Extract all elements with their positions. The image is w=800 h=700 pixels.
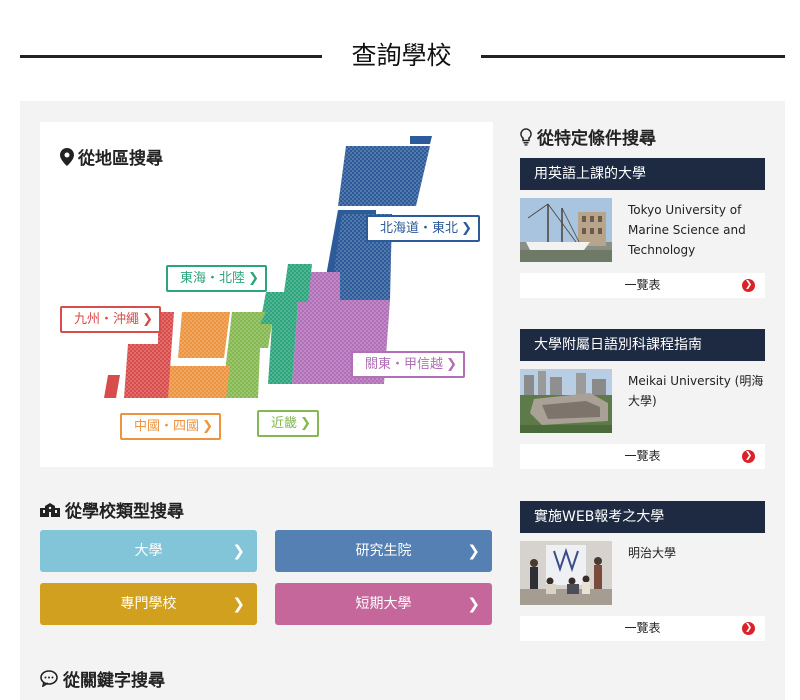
region-link-tokai-hokuriku[interactable]: 東海・北陸 ❯ bbox=[166, 265, 268, 292]
arrow-right-circle-icon: ❯ bbox=[742, 450, 755, 463]
speech-bubble-icon bbox=[40, 670, 58, 687]
region-link-label: 近畿 bbox=[271, 416, 298, 431]
region-shape-kinki[interactable] bbox=[222, 312, 272, 398]
condition-card-body: 明治大學 bbox=[520, 533, 765, 617]
condition-card-japanese-courses: 大學附屬日語別科課程指南 Meikai University (明海大學) 一覽… bbox=[520, 329, 765, 469]
condition-card-body: Tokyo University of Marine Science and T… bbox=[520, 190, 765, 274]
chevron-right-icon: ❯ bbox=[202, 419, 214, 434]
condition-card-header[interactable]: 實施WEB報考之大學 bbox=[520, 501, 765, 533]
university-name[interactable]: Tokyo University of Marine Science and T… bbox=[628, 200, 765, 260]
university-photo-students[interactable] bbox=[520, 541, 612, 605]
type-button-vocational-school[interactable]: 專門學校 ❯ bbox=[40, 583, 257, 625]
list-link-label: 一覽表 bbox=[624, 449, 661, 463]
chevron-right-icon: ❯ bbox=[467, 595, 480, 613]
type-button-graduate-school[interactable]: 研究生院 ❯ bbox=[275, 530, 492, 572]
university-name[interactable]: Meikai University (明海大學) bbox=[628, 371, 765, 411]
condition-card-header[interactable]: 用英語上課的大學 bbox=[520, 158, 765, 190]
title-rule-left bbox=[20, 55, 322, 58]
title-rule-right bbox=[481, 55, 785, 58]
chevron-right-icon: ❯ bbox=[446, 357, 458, 372]
chevron-right-icon: ❯ bbox=[248, 271, 260, 286]
search-panel: 從地區搜尋 北海道・東北 ❯ 東海・北陸 ❯ 九州・沖繩 ❯ 關東・甲信越 ❯ … bbox=[20, 101, 785, 700]
type-button-junior-college[interactable]: 短期大學 ❯ bbox=[275, 583, 492, 625]
map-section-heading: 從地區搜尋 bbox=[60, 144, 163, 169]
type-heading-text: 從學校類型搜尋 bbox=[65, 502, 184, 522]
list-link-label: 一覽表 bbox=[624, 621, 661, 635]
type-section-heading: 從學校類型搜尋 bbox=[40, 497, 184, 522]
type-button-label: 專門學校 bbox=[120, 596, 177, 612]
university-photo-ship[interactable] bbox=[520, 198, 612, 262]
region-link-chugoku-shikoku[interactable]: 中國・四國 ❯ bbox=[120, 413, 222, 440]
region-map-card: 從地區搜尋 北海道・東北 ❯ 東海・北陸 ❯ 九州・沖繩 ❯ 關東・甲信越 ❯ … bbox=[40, 122, 493, 467]
condition-card-web-application: 實施WEB報考之大學 明治大學 一覽表 ❯ bbox=[520, 501, 765, 641]
region-link-label: 九州・沖繩 bbox=[74, 312, 140, 327]
region-link-kinki[interactable]: 近畿 ❯ bbox=[257, 410, 320, 437]
chevron-right-icon: ❯ bbox=[467, 542, 480, 560]
map-pin-icon bbox=[60, 147, 74, 166]
lightbulb-icon bbox=[520, 127, 532, 146]
conditions-section-heading: 從特定條件搜尋 bbox=[520, 124, 656, 149]
university-photo-campus[interactable] bbox=[520, 369, 612, 433]
arrow-right-circle-icon: ❯ bbox=[742, 279, 755, 292]
type-button-label: 短期大學 bbox=[355, 596, 412, 612]
page-title-bar: 查詢學校 bbox=[0, 0, 800, 100]
condition-card-body: Meikai University (明海大學) bbox=[520, 361, 765, 445]
region-link-label: 關東・甲信越 bbox=[365, 357, 444, 372]
conditions-heading-text: 從特定條件搜尋 bbox=[537, 129, 656, 149]
list-link-label: 一覽表 bbox=[624, 278, 661, 292]
chevron-right-icon: ❯ bbox=[142, 312, 154, 327]
region-link-hokkaido-tohoku[interactable]: 北海道・東北 ❯ bbox=[366, 215, 481, 242]
region-link-kanto[interactable]: 關東・甲信越 ❯ bbox=[351, 351, 466, 378]
keyword-section-heading: 從關鍵字搜尋 bbox=[40, 666, 165, 691]
region-link-kyushu-okinawa[interactable]: 九州・沖繩 ❯ bbox=[60, 306, 162, 333]
region-link-label: 北海道・東北 bbox=[380, 221, 459, 236]
university-name[interactable]: 明治大學 bbox=[628, 543, 765, 563]
type-button-label: 研究生院 bbox=[355, 543, 412, 559]
type-button-label: 大學 bbox=[134, 543, 163, 559]
condition-card-english-courses: 用英語上課的大學 Tokyo University of Marine Scie… bbox=[520, 158, 765, 298]
page-title: 查詢學校 bbox=[351, 41, 452, 70]
region-link-label: 東海・北陸 bbox=[180, 271, 246, 286]
map-heading-text: 從地區搜尋 bbox=[78, 149, 163, 169]
list-link[interactable]: 一覽表 ❯ bbox=[520, 444, 765, 469]
chevron-right-icon: ❯ bbox=[300, 416, 312, 431]
chevron-right-icon: ❯ bbox=[232, 595, 245, 613]
list-link[interactable]: 一覽表 ❯ bbox=[520, 616, 765, 641]
school-icon bbox=[40, 502, 60, 517]
region-shape-chugoku[interactable] bbox=[166, 312, 230, 398]
condition-card-header[interactable]: 大學附屬日語別科課程指南 bbox=[520, 329, 765, 361]
chevron-right-icon: ❯ bbox=[461, 221, 473, 236]
type-button-university[interactable]: 大學 ❯ bbox=[40, 530, 257, 572]
region-link-label: 中國・四國 bbox=[134, 419, 200, 434]
list-link[interactable]: 一覽表 ❯ bbox=[520, 273, 765, 298]
arrow-right-circle-icon: ❯ bbox=[742, 622, 755, 635]
keyword-heading-text: 從關鍵字搜尋 bbox=[63, 671, 165, 691]
chevron-right-icon: ❯ bbox=[232, 542, 245, 560]
